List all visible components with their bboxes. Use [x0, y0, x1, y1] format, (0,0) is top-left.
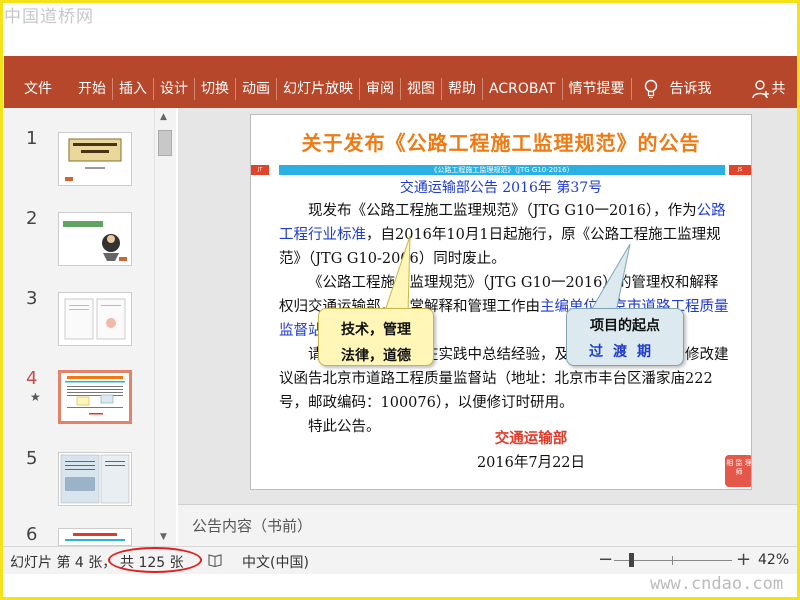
yellow-callout[interactable]: 技术，管理 法律，道德	[318, 308, 434, 366]
slide-thumbnail-1[interactable]	[58, 132, 132, 186]
banner-right-tag: JS	[729, 165, 751, 175]
notes-toggle-icon[interactable]	[208, 553, 222, 568]
zoom-in-button[interactable]: +	[736, 549, 751, 570]
thumb-number-6: 6	[26, 524, 38, 545]
thumb-number-1: 1	[26, 128, 38, 149]
notes-text: 公告内容（书前）	[192, 517, 313, 535]
blue-callout[interactable]: 项目的起点 过渡期	[566, 308, 684, 366]
menu-acrobat[interactable]: ACROBAT	[483, 70, 562, 108]
paragraph-1: 现发布《公路工程施工监理规范》（JTG G10一2016），作为公路工程行业标准…	[279, 203, 726, 267]
status-bar: 幻灯片 第 4 张， 共 125 张 中文(中国) − + 42%	[0, 546, 800, 574]
share-person-icon[interactable]	[751, 79, 770, 99]
slide-thumbnail-6[interactable]	[58, 528, 132, 546]
announcement-number: 交通运输部公告 2016年 第37号	[399, 180, 603, 196]
thumb-number-3: 3	[26, 288, 38, 309]
menu-help[interactable]: 帮助	[442, 70, 482, 108]
menu-file[interactable]: 文件	[4, 70, 72, 108]
menu-bar: 文件 开始 插入 设计 切换 动画 幻灯片放映 审阅 视图 帮助 ACROBAT…	[4, 70, 800, 108]
red-highlight-oval	[108, 547, 202, 573]
site-watermark-bottom: www.cndao.com	[650, 574, 784, 594]
slide-thumbnail-2[interactable]	[58, 212, 132, 266]
slide-thumbnail-5[interactable]	[58, 452, 132, 506]
menu-divider	[630, 78, 632, 100]
slide-position-text[interactable]: 幻灯片 第 4 张，	[10, 552, 116, 572]
animation-star-icon: ★	[30, 390, 41, 404]
site-watermark-top: 中国道桥网	[4, 7, 94, 27]
blue-callout-tail	[589, 244, 631, 313]
signature-organization: 交通运输部	[494, 430, 568, 447]
current-slide[interactable]: 关于发布《公路工程施工监理规范》的公告 JT 《公路工程施工监理规范》（JTG …	[250, 114, 752, 490]
zoom-percentage[interactable]: 42%	[758, 552, 789, 568]
menu-animations[interactable]: 动画	[236, 70, 276, 108]
menu-review[interactable]: 审阅	[360, 70, 400, 108]
yellow-callout-line2: 法律，道德	[341, 348, 411, 364]
zoom-slider-center-mark	[672, 556, 673, 565]
menu-home[interactable]: 开始	[72, 70, 112, 108]
menu-view[interactable]: 视图	[401, 70, 441, 108]
menu-slideshow[interactable]: 幻灯片放映	[277, 70, 359, 108]
thumb-number-4: 4	[26, 368, 38, 389]
menu-insert[interactable]: 插入	[113, 70, 153, 108]
thumb-number-2: 2	[26, 208, 38, 229]
scroll-thumb[interactable]	[158, 130, 172, 156]
thumb-number-5: 5	[26, 448, 38, 469]
yellow-callout-line1: 技术，管理	[341, 322, 411, 338]
thumbnail-scrollbar[interactable]: ▲ ▼	[154, 108, 176, 546]
red-seal-stamp: 相 监 理 师	[725, 455, 751, 487]
menu-storyboard[interactable]: 情节提要	[563, 70, 631, 108]
banner-standard-name: 《公路工程施工监理规范》（JTG G10-2016）	[279, 165, 725, 175]
highlighted-term: 公路工程行业标准	[279, 203, 726, 243]
ribbon-title-strip	[4, 56, 800, 70]
blue-callout-line2: 过渡期	[589, 344, 661, 360]
zoom-out-button[interactable]: −	[598, 549, 613, 570]
slide-thumbnail-pane: 1 2 3 4 ★ 5 6	[4, 108, 154, 546]
standard-banner: JT 《公路工程施工监理规范》（JTG G10-2016） JS	[251, 165, 751, 175]
signature-date: 2016年7月22日	[476, 455, 586, 471]
yellow-callout-tail	[383, 236, 411, 315]
slide-thumbnail-3[interactable]	[58, 292, 132, 346]
share-button[interactable]: 共	[770, 70, 792, 108]
blue-callout-line1: 项目的起点	[590, 318, 660, 334]
slide-thumbnail-4[interactable]	[58, 370, 132, 424]
banner-left-tag: JT	[251, 165, 269, 175]
menu-transitions[interactable]: 切换	[195, 70, 235, 108]
zoom-slider-thumb[interactable]	[629, 553, 634, 567]
tell-me-search[interactable]: 告诉我	[664, 70, 718, 108]
slide-title: 关于发布《公路工程施工监理规范》的公告	[301, 131, 701, 155]
menu-design[interactable]: 设计	[154, 70, 194, 108]
language-indicator[interactable]: 中文(中国)	[242, 552, 309, 572]
speaker-notes-pane[interactable]: 公告内容（书前）	[178, 504, 800, 546]
scroll-up-icon[interactable]: ▲	[160, 112, 167, 122]
scroll-down-icon[interactable]: ▼	[160, 532, 167, 542]
lightbulb-icon[interactable]	[644, 79, 658, 99]
